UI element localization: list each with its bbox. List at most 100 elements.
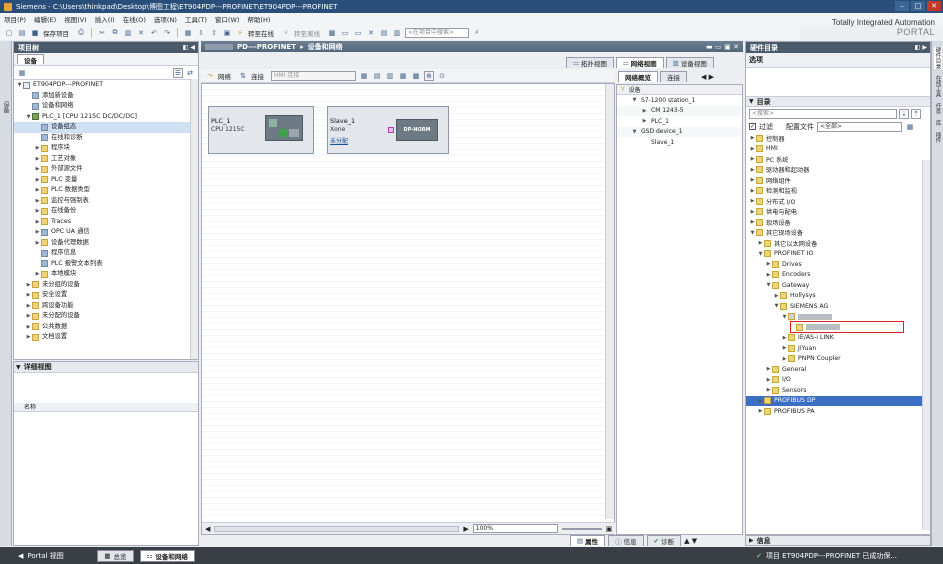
catalog-item[interactable]: ▶ 分布式 I/O [746, 196, 930, 207]
collapse-arrow-icon[interactable]: ▼ [757, 251, 764, 257]
catalog-section-header[interactable]: ▼ 目录 [746, 96, 930, 107]
go-offline-icon[interactable]: ⚡ [281, 28, 291, 38]
expand-arrow-icon[interactable]: ▶ [34, 269, 41, 280]
catalog-item[interactable] [746, 320, 930, 333]
tree-scrollbar[interactable] [190, 79, 198, 359]
tab-device-view[interactable]: ▥ 设备视图 [665, 57, 714, 68]
tree-item[interactable]: ▶ Traces [14, 217, 198, 228]
catalog-item[interactable]: ▶ PC 系统 [746, 154, 930, 165]
expand-arrow-icon[interactable]: ▶ [34, 238, 41, 249]
cross-reference-icon[interactable]: ✕ [366, 28, 376, 38]
side-tab-hw-catalog[interactable]: 硬件目录 [933, 47, 942, 69]
catalog-item[interactable]: ▶ Drives [746, 259, 930, 270]
expand-arrow-icon[interactable]: ▶ [749, 209, 756, 215]
tree-item[interactable]: ▶ 未分组的设备 [14, 280, 198, 291]
connection-mode-button[interactable]: 连接 [251, 71, 264, 81]
scroll-right-icon[interactable]: ▶ [463, 525, 468, 533]
options-section[interactable]: 选项 [746, 53, 930, 68]
search-down-icon[interactable]: ⇣ [899, 108, 909, 119]
tree-item[interactable]: 设备和网络 [14, 101, 198, 112]
collapse-arrow-icon[interactable]: ▼ [25, 112, 32, 123]
search-up-icon[interactable]: ⇡ [911, 108, 921, 119]
tree-item[interactable]: ▶ PLC 变量 [14, 175, 198, 186]
overview-row[interactable]: Slave_1 [617, 137, 742, 148]
menu-view[interactable]: 视图(V) [60, 14, 91, 24]
collapse-arrow-icon[interactable]: ▼ [16, 80, 23, 91]
tree-item[interactable]: ▶ 设备代理数据 [14, 238, 198, 249]
catalog-item[interactable]: ▶ 其它以太网设备 [746, 238, 930, 249]
copy-icon[interactable]: ⧉ [110, 28, 120, 38]
delete-icon[interactable]: ✕ [136, 28, 146, 38]
print-icon[interactable]: ⎙ [76, 28, 86, 38]
open-project-icon[interactable]: ▤ [17, 28, 27, 38]
device-slave-1[interactable]: Slave_1 Xone 未分配 DP-NORM [327, 106, 449, 154]
expand-arrow-icon[interactable]: ▶ [25, 301, 32, 312]
collapse-panel-icon[interactable]: ◧ ◀ [183, 44, 195, 51]
tree-item[interactable]: ▶ 监控与强制表 [14, 196, 198, 207]
collapse-arrow-icon[interactable]: ▼ [631, 97, 638, 103]
tree-item[interactable]: 程序信息 [14, 248, 198, 259]
collapse-arrow-icon[interactable]: ▼ [765, 282, 772, 288]
tab-network-overview[interactable]: 网络概览 [618, 71, 658, 82]
overview-column-device[interactable]: 设备 [629, 85, 641, 94]
catalog-item[interactable]: ▶ Hollysys [746, 291, 930, 302]
tab-connections[interactable]: 连接 [660, 71, 687, 82]
filter-checkbox[interactable]: ✓ [749, 123, 756, 130]
collapse-arrow-icon[interactable]: ▼ [749, 98, 754, 105]
address-icon[interactable]: ▤ [372, 71, 382, 81]
expand-arrow-icon[interactable]: ▶ [781, 356, 788, 362]
expand-arrow-icon[interactable]: ▶ [25, 332, 32, 343]
stop-cpu-icon[interactable]: ▭ [353, 28, 363, 38]
tab-info[interactable]: ⓘ 信息 [608, 535, 644, 546]
expand-arrow-icon[interactable]: ▶ [773, 293, 780, 299]
scroll-left-icon[interactable]: ◀ [205, 525, 210, 533]
hmi-connection-dropdown[interactable]: HMI 连接 [271, 70, 356, 81]
expand-arrow-icon[interactable]: ▶ [34, 164, 41, 175]
info-section-header[interactable]: ▶ 信息 [745, 535, 931, 546]
details-view-header[interactable]: ▼ 详细视图 [14, 362, 198, 373]
redo-icon[interactable]: ↷ [162, 28, 172, 38]
expand-arrow-icon[interactable]: ▶ [749, 219, 756, 225]
expand-arrow-icon[interactable]: ▶ [25, 290, 32, 301]
overview-scroll-icon[interactable]: ◀ ▶ [701, 73, 714, 81]
collapse-arrow-icon[interactable]: ▼ [773, 303, 780, 309]
expand-arrow-icon[interactable]: ▶ [749, 146, 756, 152]
expand-arrow-icon[interactable]: ▶ [34, 196, 41, 207]
connection-mode-icon[interactable]: ⇅ [238, 71, 248, 81]
compile-icon[interactable]: ▦ [183, 28, 193, 38]
tree-item[interactable]: ▶ 未分配的设备 [14, 311, 198, 322]
expand-arrow-icon[interactable]: ▶ [757, 240, 764, 246]
side-tab-online-tools[interactable]: 在线工具 [934, 75, 942, 97]
search-icon[interactable]: ⌕ [472, 28, 482, 38]
tab-diagnostics[interactable]: ✔ 诊断 [646, 535, 682, 546]
network-mode-button[interactable]: 网络 [218, 71, 231, 81]
menu-online[interactable]: 在线(O) [119, 14, 150, 24]
expand-arrow-icon[interactable]: ▶ [765, 366, 772, 372]
tree-item[interactable]: ▶ 在线备份 [14, 206, 198, 217]
catalog-item[interactable]: ▶ PROFIBUS PA [746, 406, 930, 417]
canvas-vertical-scrollbar[interactable] [605, 84, 614, 519]
catalog-item[interactable]: ▶ PNPN Coupler [746, 354, 930, 365]
catalog-item[interactable]: ▶ 网络组件 [746, 175, 930, 186]
menu-window[interactable]: 窗口(W) [211, 14, 244, 24]
expand-arrow-icon[interactable]: ▶ [749, 167, 756, 173]
expand-arrow-icon[interactable]: ▶ [641, 118, 648, 124]
overview-row[interactable]: ▼ S7-1200 station_1 [617, 95, 742, 106]
catalog-item[interactable]: ▼ 其它现场设备 [746, 228, 930, 239]
expand-arrow-icon[interactable]: ▶ [749, 537, 754, 544]
undo-icon[interactable]: ↶ [149, 28, 159, 38]
expand-arrow-icon[interactable]: ▶ [749, 177, 756, 183]
catalog-search-input[interactable]: <搜索> [749, 108, 897, 119]
expand-arrow-icon[interactable]: ▶ [757, 398, 764, 404]
portal-arrow-icon[interactable]: ◀ [18, 552, 23, 560]
catalog-item[interactable]: ▶ PROFIBUS DP [746, 395, 930, 406]
tree-item[interactable]: ▼ PLC_1 [CPU 1215C DC/DC/DC] [14, 112, 198, 123]
tab-topology-view[interactable]: ⚏ 拓扑视图 [566, 57, 614, 68]
expand-arrow-icon[interactable]: ▶ [765, 377, 772, 383]
expand-arrow-icon[interactable]: ▶ [765, 272, 772, 278]
tree-item[interactable]: ▶ 本地模块 [14, 269, 198, 280]
catalog-item[interactable]: ▶ 检测和监视 [746, 186, 930, 197]
profile-dropdown[interactable]: <全部> [817, 121, 902, 132]
expand-arrow-icon[interactable]: ▶ [34, 175, 41, 186]
catalog-options-icon[interactable]: ▦ [905, 122, 915, 132]
